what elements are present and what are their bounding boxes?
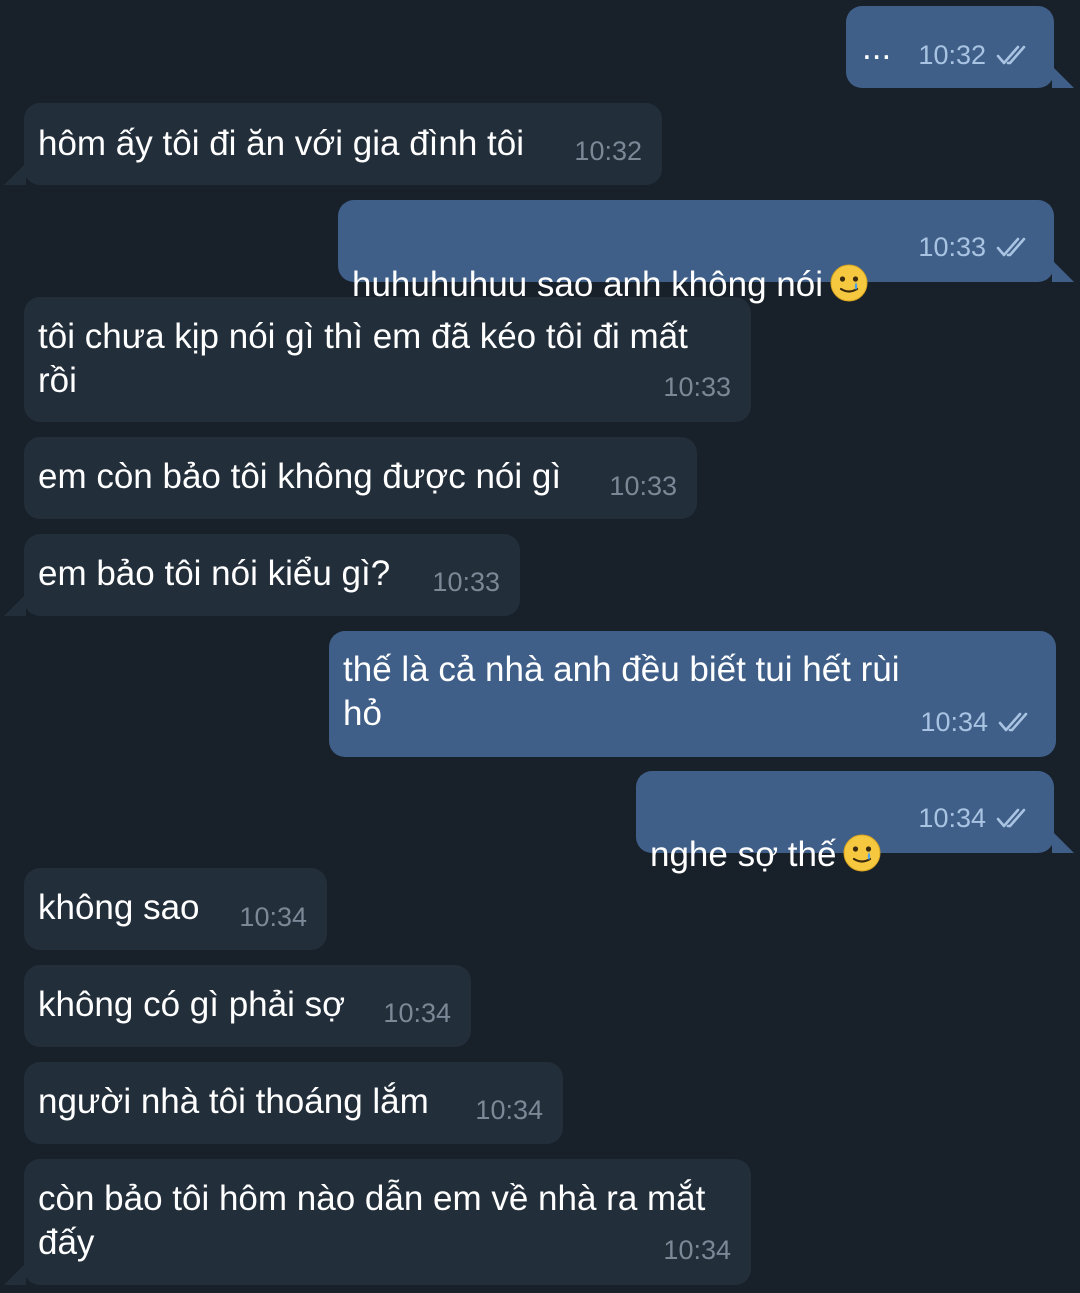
message-text: ... <box>862 28 892 67</box>
crying-smile-emoji-icon <box>843 834 881 872</box>
message-meta: 10:33 <box>609 471 677 501</box>
message-text-content: nghe sợ thế <box>650 835 837 874</box>
double-check-icon <box>996 808 1026 828</box>
chat-history: ... 10:32 hôm ấy tôi đi ăn với gia đình … <box>0 0 1080 1293</box>
double-check-icon <box>996 45 1026 65</box>
message-meta: 10:34 <box>475 1095 543 1125</box>
message-text: không có gì phải sợ <box>38 985 346 1024</box>
message-bubble-incoming[interactable]: hôm ấy tôi đi ăn với gia đình tôi 10:32 <box>4 103 662 185</box>
message-meta: 10:33 <box>918 232 1034 262</box>
message-text: em bảo tôi nói kiểu gì? <box>38 554 391 593</box>
message-bubble-incoming[interactable]: còn bảo tôi hôm nào dẫn em về nhà ra mắt… <box>4 1159 751 1285</box>
message-bubble-outgoing[interactable]: thế là cả nhà anh đều biết tui hết rùi h… <box>329 631 1056 757</box>
message-time: 10:33 <box>609 471 677 501</box>
double-check-icon <box>998 712 1028 732</box>
message-meta: 10:34 <box>239 902 307 932</box>
message-text: huhuhuhuu sao anh không nói <box>352 219 869 307</box>
message-meta: 10:34 <box>663 1235 731 1265</box>
message-time: 10:33 <box>663 372 731 402</box>
message-text: không sao <box>38 888 200 927</box>
double-check-icon <box>996 237 1026 257</box>
message-bubble-incoming[interactable]: tôi chưa kịp nói gì thì em đã kéo tôi đi… <box>24 297 751 422</box>
message-bubble-incoming[interactable]: không sao 10:34 <box>24 868 327 950</box>
crying-smile-emoji-icon <box>830 264 868 302</box>
message-time: 10:34 <box>920 707 988 737</box>
message-time: 10:32 <box>918 40 986 70</box>
message-bubble-incoming[interactable]: không có gì phải sợ 10:34 <box>24 965 471 1047</box>
message-time: 10:34 <box>475 1095 543 1125</box>
message-text: hôm ấy tôi đi ăn với gia đình tôi <box>38 124 525 163</box>
message-time: 10:32 <box>574 136 642 166</box>
message-time: 10:34 <box>918 803 986 833</box>
message-time: 10:33 <box>432 567 500 597</box>
message-bubble-outgoing[interactable]: ... 10:32 <box>846 6 1074 88</box>
message-meta: 10:34 <box>918 803 1034 833</box>
message-time: 10:34 <box>383 998 451 1028</box>
message-time: 10:33 <box>918 232 986 262</box>
message-time: 10:34 <box>663 1235 731 1265</box>
message-text: nghe sợ thế <box>650 789 882 877</box>
message-bubble-incoming[interactable]: người nhà tôi thoáng lắm 10:34 <box>24 1062 563 1144</box>
message-meta: 10:32 <box>918 40 1034 70</box>
message-meta: 10:33 <box>663 372 731 402</box>
message-text: em còn bảo tôi không được nói gì <box>38 457 562 496</box>
message-meta: 10:34 <box>383 998 451 1028</box>
message-meta: 10:32 <box>574 136 642 166</box>
message-bubble-incoming[interactable]: em còn bảo tôi không được nói gì 10:33 <box>24 437 697 519</box>
message-meta: 10:34 <box>920 707 1036 737</box>
message-meta: 10:33 <box>432 567 500 597</box>
message-time: 10:34 <box>239 902 307 932</box>
message-text: người nhà tôi thoáng lắm <box>38 1082 429 1121</box>
message-bubble-outgoing[interactable]: huhuhuhuu sao anh không nói 10:33 <box>338 200 1074 304</box>
message-bubble-outgoing[interactable]: nghe sợ thế 10:34 <box>636 771 1074 874</box>
message-text: còn bảo tôi hôm nào dẫn em về nhà ra mắt… <box>38 1179 706 1262</box>
message-text: tôi chưa kịp nói gì thì em đã kéo tôi đi… <box>38 317 688 400</box>
message-bubble-incoming[interactable]: em bảo tôi nói kiểu gì? 10:33 <box>4 534 520 616</box>
message-text: thế là cả nhà anh đều biết tui hết rùi h… <box>343 650 900 733</box>
